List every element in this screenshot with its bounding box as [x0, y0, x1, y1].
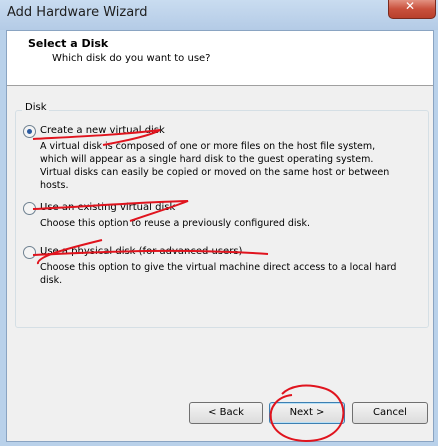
disk-group-label: Disk	[22, 102, 50, 113]
close-icon: ✕	[405, 0, 416, 13]
option-create-new-disk-description: A virtual disk is composed of one or mor…	[40, 141, 390, 191]
radio-use-existing-disk[interactable]	[23, 202, 36, 215]
option-use-physical-disk-description: Choose this option to give the virtual m…	[40, 262, 397, 286]
wizard-body: Select a Disk Which disk do you want to …	[6, 30, 434, 442]
option-create-new-disk-label[interactable]: Create a new virtual disk	[40, 125, 165, 136]
disk-group: Disk Create a new virtual disk A virtual…	[15, 102, 429, 328]
wizard-window: Add Hardware Wizard ✕ Select a Disk Whic…	[0, 0, 438, 446]
page-title: Select a Disk	[28, 37, 109, 50]
back-button[interactable]: < Back	[189, 402, 263, 424]
title-bar[interactable]: Add Hardware Wizard ✕	[0, 0, 438, 30]
next-button[interactable]: Next >	[269, 402, 345, 424]
wizard-header: Select a Disk Which disk do you want to …	[7, 31, 433, 86]
option-use-physical-disk-label[interactable]: Use a physical disk (for advanced users)	[40, 246, 242, 257]
cancel-button[interactable]: Cancel	[352, 402, 428, 424]
page-subtitle: Which disk do you want to use?	[52, 53, 211, 64]
option-use-existing-disk-description: Choose this option to reuse a previously…	[40, 218, 311, 229]
radio-use-physical-disk[interactable]	[23, 246, 36, 259]
option-use-existing-disk-label[interactable]: Use an existing virtual disk	[40, 202, 175, 213]
window-title: Add Hardware Wizard	[7, 5, 148, 20]
close-button[interactable]: ✕	[388, 0, 436, 19]
radio-create-new-disk[interactable]	[23, 125, 36, 138]
